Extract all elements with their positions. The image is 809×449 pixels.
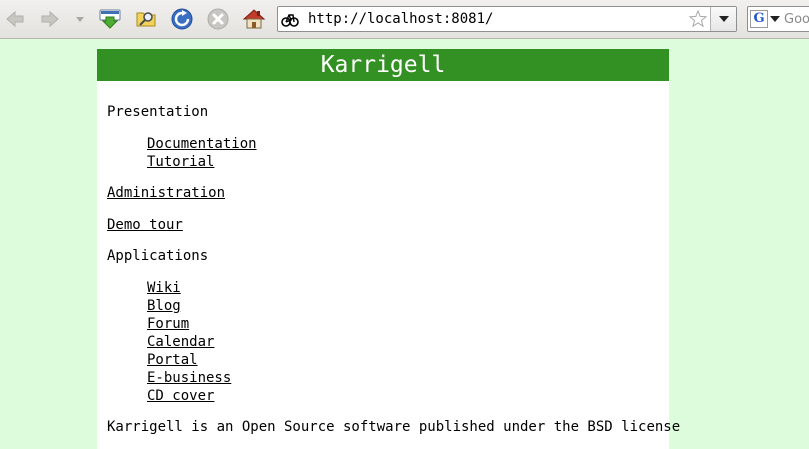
back-button[interactable] — [3, 7, 27, 31]
browser-toolbar: http://localhost:8081/ G Google — [0, 0, 809, 39]
link-blog[interactable]: Blog — [147, 298, 181, 314]
link-administration[interactable]: Administration — [107, 185, 225, 201]
presentation-heading: Presentation — [107, 104, 209, 120]
stop-button[interactable] — [206, 7, 230, 31]
chevron-down-icon[interactable] — [770, 16, 780, 22]
link-documentation[interactable]: Documentation — [147, 136, 257, 152]
link-wiki[interactable]: Wiki — [147, 280, 181, 296]
chevron-down-icon — [76, 17, 84, 22]
address-bar[interactable]: http://localhost:8081/ — [277, 6, 737, 32]
back-arrow-icon — [6, 10, 24, 28]
url-text[interactable]: http://localhost:8081/ — [308, 11, 493, 27]
site-favicon-icon — [281, 14, 299, 27]
folder-search-icon — [136, 12, 156, 27]
search-bar[interactable]: G Google — [747, 6, 809, 32]
download-button[interactable] — [98, 7, 122, 31]
search-input[interactable]: Google — [784, 12, 809, 27]
link-tutorial[interactable]: Tutorial — [147, 154, 214, 170]
page-container: Karrigell Presentation Documentation Tut… — [97, 49, 680, 449]
chevron-down-icon — [718, 16, 729, 22]
url-history-dropdown[interactable] — [710, 7, 736, 31]
forward-button[interactable] — [38, 7, 62, 31]
search-engine-icon[interactable]: G — [750, 10, 768, 28]
applications-heading: Applications — [107, 248, 209, 264]
download-icon — [99, 9, 121, 29]
history-dropdown-button[interactable] — [70, 7, 90, 31]
page-title: Karrigell — [97, 49, 669, 81]
link-cd-cover[interactable]: CD cover — [147, 388, 214, 404]
find-button[interactable] — [134, 7, 158, 31]
bookmark-star-icon[interactable] — [688, 9, 708, 29]
home-icon — [242, 9, 266, 29]
link-e-business[interactable]: E-business — [147, 370, 231, 386]
forward-arrow-icon — [41, 10, 59, 28]
link-portal[interactable]: Portal — [147, 352, 198, 368]
stop-icon — [207, 8, 229, 30]
link-calendar[interactable]: Calendar — [147, 334, 214, 350]
link-demo-tour[interactable]: Demo tour — [107, 217, 183, 233]
link-forum[interactable]: Forum — [147, 316, 189, 332]
reload-icon — [171, 8, 193, 30]
footer-text: Karrigell is an Open Source software pub… — [107, 419, 681, 435]
home-button[interactable] — [242, 7, 266, 31]
reload-button[interactable] — [170, 7, 194, 31]
